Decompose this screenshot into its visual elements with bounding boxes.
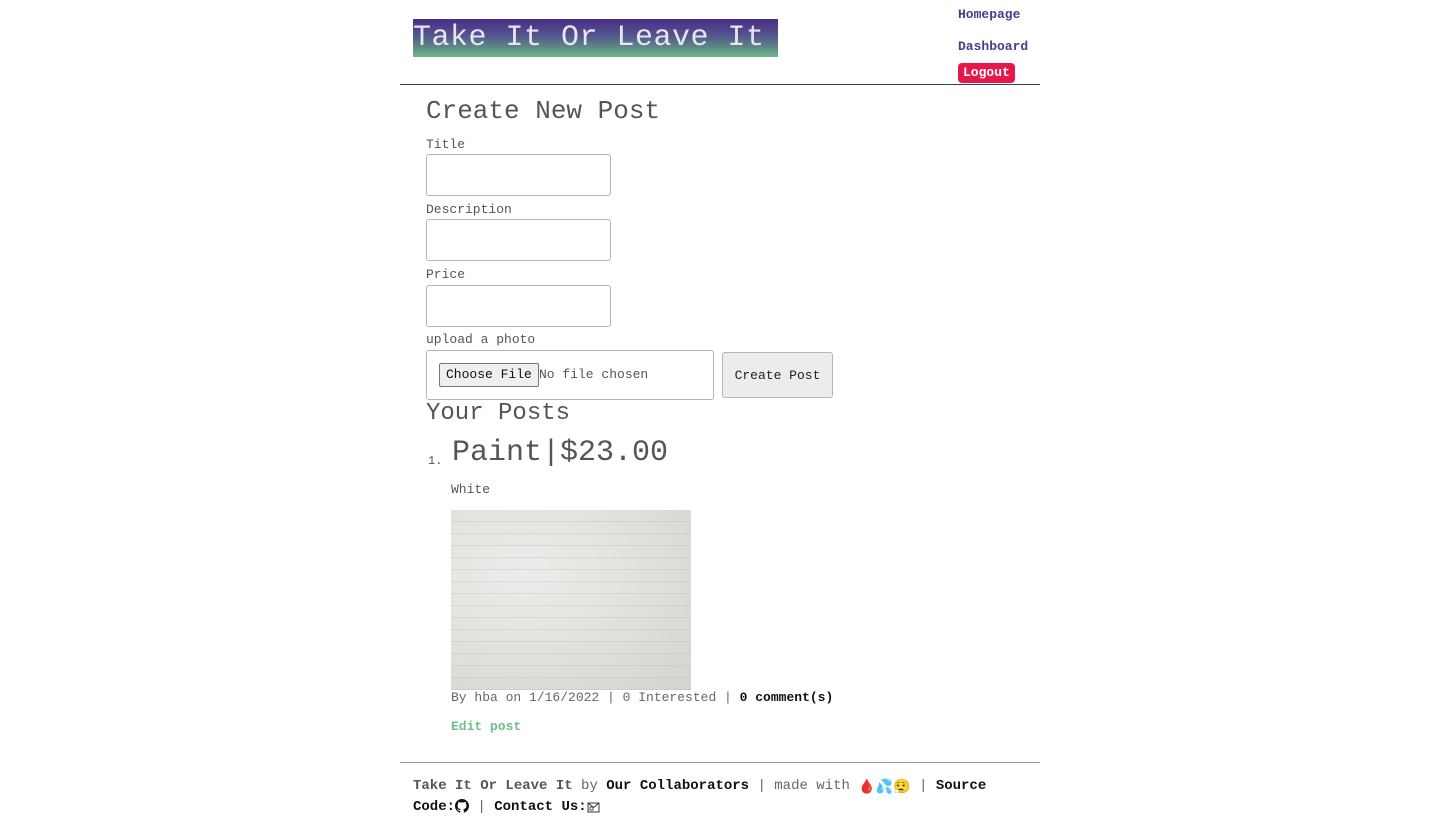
choose-file-button[interactable]: Choose File xyxy=(439,363,539,387)
footer-line-2: Code: | Contact Us: xyxy=(413,799,600,818)
file-status-text: No file chosen xyxy=(539,367,649,382)
nav-homepage-link[interactable]: Homepage xyxy=(958,7,1020,22)
your-posts-heading: Your Posts xyxy=(426,400,571,427)
description-input[interactable] xyxy=(426,219,611,261)
footer-made-with: | made with xyxy=(749,778,859,794)
post-number: 1. xyxy=(428,454,443,468)
logout-button[interactable]: Logout xyxy=(958,63,1015,83)
price-input[interactable] xyxy=(426,285,611,327)
footer-sep-1: | xyxy=(910,778,936,794)
mail-icon[interactable] xyxy=(587,801,600,818)
title-label: Title xyxy=(426,137,466,152)
page: Take It Or Leave It Homepage Dashboard L… xyxy=(400,0,1040,820)
upload-photo-label: upload a photo xyxy=(426,332,536,347)
post-description: White xyxy=(451,482,491,497)
post-meta-text: By hba on 1/16/2022 | 0 Interested | xyxy=(451,690,740,705)
source-code-link-cont[interactable]: Code: xyxy=(413,799,455,815)
source-code-link[interactable]: Source xyxy=(936,778,986,794)
github-icon[interactable] xyxy=(455,799,470,818)
emoji-icons: 🩸💦😮‍💨 xyxy=(858,780,911,796)
collaborators-link[interactable]: Our Collaborators xyxy=(606,778,749,794)
site-footer: Take It Or Leave It by Our Collaborators… xyxy=(400,762,1040,815)
post-image xyxy=(451,510,691,690)
create-post-button[interactable]: Create Post xyxy=(722,352,833,398)
nav-dashboard-link[interactable]: Dashboard xyxy=(958,39,1028,54)
footer-brand: Take It Or Leave It xyxy=(413,778,573,794)
footer-by: by xyxy=(572,778,607,794)
comments-link[interactable]: 0 comment(s) xyxy=(740,690,834,705)
post-meta: By hba on 1/16/2022 | 0 Interested | 0 c… xyxy=(451,690,833,705)
edit-post-link[interactable]: Edit post xyxy=(451,719,521,734)
post-title: Paint|$23.00 xyxy=(452,436,669,470)
footer-line-1: Take It Or Leave It by Our Collaborators… xyxy=(413,778,986,796)
create-post-heading: Create New Post xyxy=(426,96,661,126)
description-label: Description xyxy=(426,202,512,217)
site-header: Take It Or Leave It Homepage Dashboard L… xyxy=(400,0,1040,85)
price-label: Price xyxy=(426,267,466,282)
title-input[interactable] xyxy=(426,154,611,196)
contact-link[interactable]: Contact Us: xyxy=(494,799,586,815)
file-upload-field: Choose File No file chosen xyxy=(426,350,714,400)
site-logo[interactable]: Take It Or Leave It xyxy=(413,19,778,57)
footer-sep-2: | xyxy=(469,799,495,815)
